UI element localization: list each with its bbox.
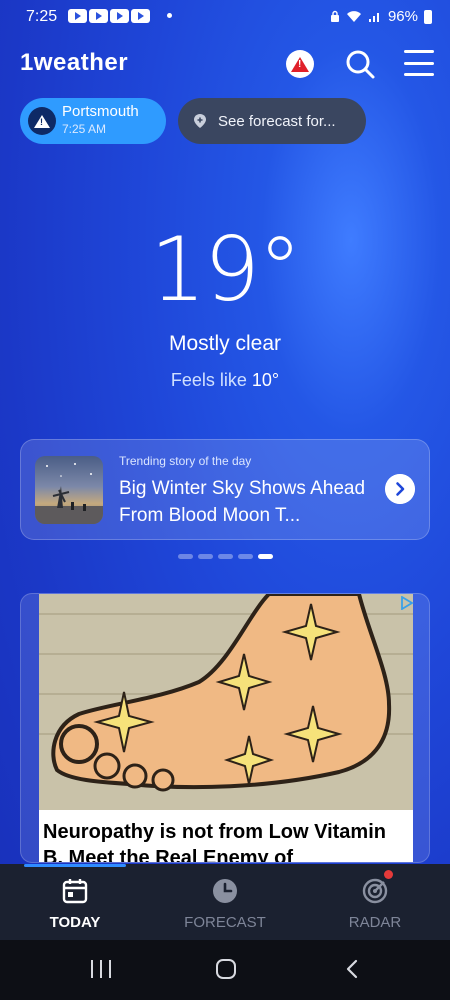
feels-like-label: Feels like <box>170 370 247 390</box>
page-dot[interactable] <box>178 554 193 559</box>
ad-caption[interactable]: Neuropathy is not from Low Vitamin B. Me… <box>39 810 413 862</box>
trending-kicker: Trending story of the day <box>119 454 252 468</box>
battery-icon <box>424 9 432 24</box>
weather-condition: Mostly clear <box>168 332 282 355</box>
tab-radar[interactable]: RADAR <box>300 864 450 940</box>
radar-notification-dot <box>384 870 393 879</box>
youtube-notification-icon <box>131 9 150 23</box>
page-dot-active[interactable] <box>258 554 273 559</box>
youtube-notification-icon <box>68 9 87 23</box>
feels-like: Feels like 10° <box>0 370 450 391</box>
location-name: Portsmouth <box>62 103 139 120</box>
youtube-notification-icon <box>110 9 129 23</box>
advertisement-card[interactable]: Neuropathy is not from Low Vitamin B. Me… <box>20 593 430 863</box>
menu-button[interactable] <box>404 50 434 76</box>
trending-title: Big Winter Sky Shows Ahead From Blood Mo… <box>119 478 366 526</box>
see-forecast-label: See forecast for... <box>218 112 336 130</box>
signal-icon <box>368 13 379 22</box>
app-logo: 1weather <box>20 49 129 76</box>
back-icon[interactable] <box>344 959 360 979</box>
battery-percent: 96% <box>387 8 418 25</box>
ad-image[interactable] <box>39 594 413 810</box>
warning-icon <box>34 114 50 128</box>
page-dot[interactable] <box>198 554 213 559</box>
page-dot[interactable] <box>218 554 233 559</box>
see-forecast-chip[interactable]: See forecast for... <box>178 98 366 144</box>
tab-forecast[interactable]: FORECAST <box>150 864 300 940</box>
ad-choices-icon[interactable] <box>399 596 415 610</box>
trending-story-card[interactable]: Trending story of the day Big Winter Sky… <box>20 439 430 540</box>
alert-icon <box>291 56 309 72</box>
lock-icon <box>330 10 339 22</box>
carousel-pagination <box>178 554 273 559</box>
radar-icon <box>362 878 388 904</box>
calendar-icon <box>62 879 88 904</box>
home-button[interactable] <box>216 959 236 979</box>
chevron-right-icon[interactable] <box>385 474 415 504</box>
foot-illustration <box>39 594 413 810</box>
location-time: 7:25 AM <box>62 122 107 136</box>
menu-line <box>404 73 434 76</box>
current-location-chip[interactable]: Portsmouth 7:25 AM <box>20 98 166 144</box>
status-time: 7:25 <box>26 8 58 25</box>
night-sky-image <box>35 463 103 524</box>
clock-icon <box>213 879 237 903</box>
search-icon[interactable] <box>344 48 376 80</box>
weather-alert-button[interactable] <box>286 50 314 78</box>
bottom-navigation: TODAY FORECAST RADAR <box>0 864 450 940</box>
recent-apps-button[interactable] <box>91 960 111 978</box>
location-alert-icon <box>28 107 56 135</box>
tab-today[interactable]: TODAY <box>0 864 150 940</box>
notification-icons <box>68 9 150 23</box>
trending-story-thumbnail <box>35 456 103 524</box>
status-bar: 7:25 96% <box>0 0 450 34</box>
recent-apps-line <box>109 960 111 978</box>
feels-like-value: 10° <box>251 370 280 390</box>
tab-radar-label: RADAR <box>348 914 402 931</box>
tab-today-label: TODAY <box>49 914 101 931</box>
youtube-notification-icon <box>89 9 108 23</box>
tab-forecast-label: FORECAST <box>184 914 266 931</box>
current-temperature: 19° <box>150 218 302 321</box>
recent-apps-line <box>91 960 93 978</box>
location-pin-icon <box>194 114 206 128</box>
more-notifications-icon <box>167 13 172 18</box>
menu-line <box>404 50 434 53</box>
wifi-icon <box>346 11 361 22</box>
menu-line <box>404 61 434 65</box>
recent-apps-line <box>100 960 102 978</box>
system-navigation-bar <box>0 940 450 1000</box>
page-dot[interactable] <box>238 554 253 559</box>
system-status: 96% <box>330 8 432 25</box>
